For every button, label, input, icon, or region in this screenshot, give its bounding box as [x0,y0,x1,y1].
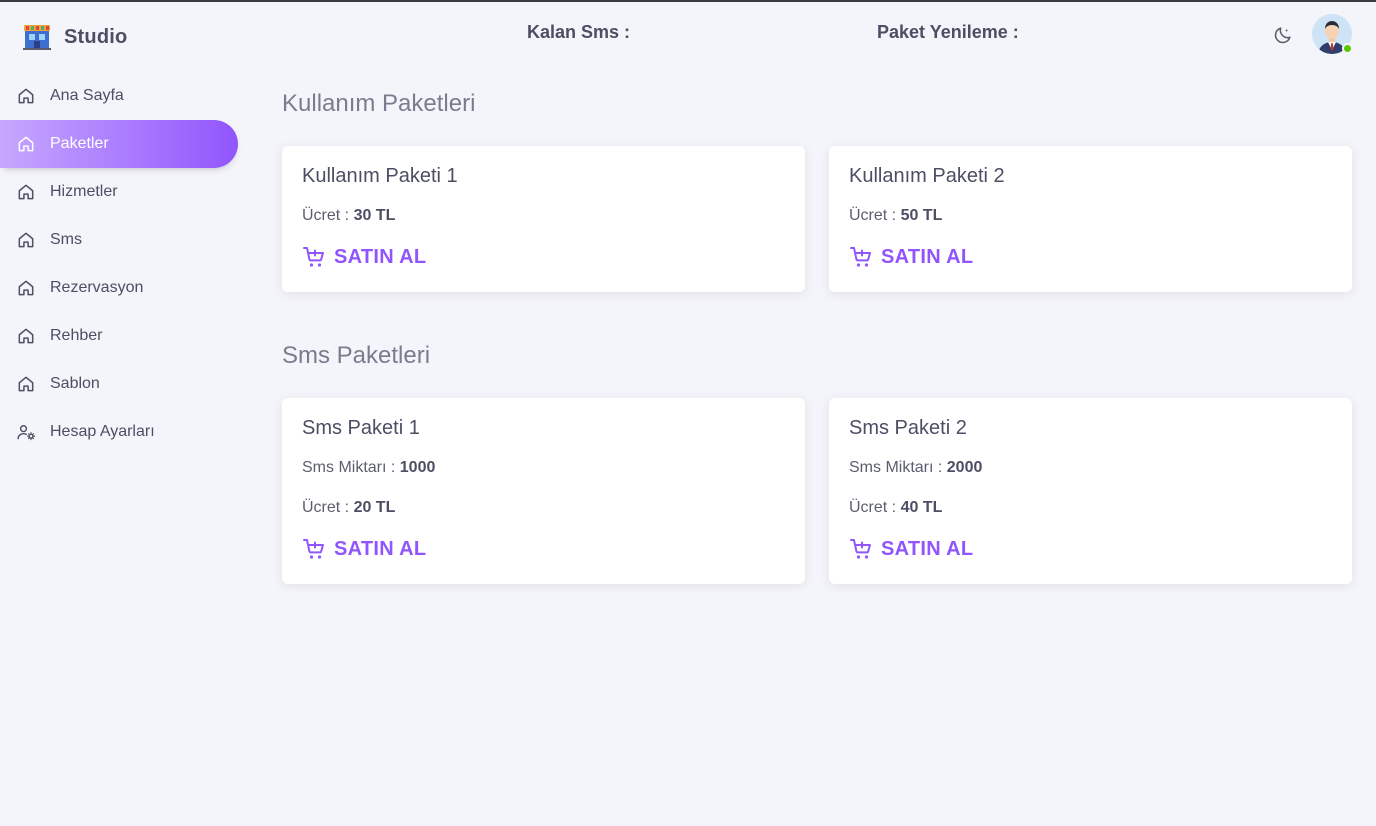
online-status-dot [1342,43,1353,54]
topbar: Kalan Sms : Paket Yenileme : [260,2,1376,68]
remaining-sms-label: Kalan Sms : [527,22,631,42]
price-label: Ücret : [302,207,354,224]
package-name: Sms Paketi 1 [302,417,420,439]
buy-label: SATIN AL [881,245,974,268]
price-label: Ücret : [849,499,901,516]
sidebar-item-ana-sayfa[interactable]: Ana Sayfa [0,72,238,120]
package-card: Sms Paketi 1 Sms Miktarı : 1000 Ücret : … [282,398,805,584]
buy-button[interactable]: SATIN AL [849,242,973,272]
cart-plus-icon [302,245,326,269]
sidebar-nav: Ana Sayfa Paketler Hizmetler Sms Rezerva… [0,72,260,456]
sidebar-item-rezervasyon[interactable]: Rezervasyon [0,264,238,312]
sidebar-item-label: Sablon [50,375,100,392]
home-icon [16,134,36,154]
home-icon [16,326,36,346]
sidebar-item-label: Rezervasyon [50,279,144,296]
home-icon [16,230,36,250]
package-card: Kullanım Paketi 1 Ücret : 30 TL SATIN AL [282,146,805,292]
package-card: Sms Paketi 2 Sms Miktarı : 2000 Ücret : … [829,398,1352,584]
brand[interactable]: Studio [0,2,260,72]
cart-plus-icon [849,245,873,269]
studio-logo-icon [22,22,52,52]
home-icon [16,182,36,202]
main-content: Kullanım Paketleri Kullanım Paketi 1 Ücr… [282,90,1352,584]
package-price-row: Ücret : 30 TL [302,204,785,228]
package-name: Kullanım Paketi 1 [302,165,458,187]
usage-packages-section: Kullanım Paketleri Kullanım Paketi 1 Ücr… [282,90,1352,292]
sms-packages-section: Sms Paketleri Sms Paketi 1 Sms Miktarı :… [282,342,1352,584]
user-avatar[interactable] [1312,14,1353,54]
sidebar-item-label: Sms [50,231,82,248]
usage-packages-list: Kullanım Paketi 1 Ücret : 30 TL SATIN AL… [282,146,1352,292]
sidebar-item-rehber[interactable]: Rehber [0,312,238,360]
sms-packages-list: Sms Paketi 1 Sms Miktarı : 1000 Ücret : … [282,398,1352,584]
sidebar-item-label: Hizmetler [50,183,118,200]
buy-button[interactable]: SATIN AL [302,242,426,272]
cart-plus-icon [849,537,873,561]
account-cog-icon [16,422,36,442]
sidebar-item-hesap-ayarlari[interactable]: Hesap Ayarları [0,408,238,456]
sidebar-item-label: Ana Sayfa [50,87,124,104]
sidebar: Studio Ana Sayfa Paketler Hizmetler Sms … [0,2,260,826]
sidebar-item-hizmetler[interactable]: Hizmetler [0,168,238,216]
price-value: 30 TL [353,207,396,224]
package-price-row: Ücret : 20 TL [302,496,785,520]
price-value: 20 TL [353,499,396,516]
sidebar-item-sms[interactable]: Sms [0,216,238,264]
sidebar-item-paketler[interactable]: Paketler [0,120,238,168]
buy-label: SATIN AL [881,537,974,560]
sms-amount-row: Sms Miktarı : 2000 [849,456,1332,480]
price-value: 40 TL [900,499,943,516]
sms-amount-row: Sms Miktarı : 1000 [302,456,785,480]
amount-label: Sms Miktarı : [302,459,400,476]
price-value: 50 TL [900,207,943,224]
package-price-row: Ücret : 40 TL [849,496,1332,520]
home-icon [16,374,36,394]
section-title: Sms Paketleri [282,342,431,369]
buy-button[interactable]: SATIN AL [302,534,426,564]
brand-name: Studio [64,25,128,48]
sidebar-item-sablon[interactable]: Sablon [0,360,238,408]
price-label: Ücret : [302,499,354,516]
section-title: Kullanım Paketleri [282,90,476,117]
sidebar-item-label: Paketler [50,135,109,152]
home-icon [16,278,36,298]
amount-value: 1000 [399,459,436,476]
cart-plus-icon [302,537,326,561]
sidebar-item-label: Rehber [50,327,103,344]
buy-label: SATIN AL [334,537,427,560]
package-renewal-label: Paket Yenileme : [877,22,1019,42]
package-card: Kullanım Paketi 2 Ücret : 50 TL SATIN AL [829,146,1352,292]
package-name: Sms Paketi 2 [849,417,967,439]
buy-label: SATIN AL [334,245,427,268]
package-price-row: Ücret : 50 TL [849,204,1332,228]
package-name: Kullanım Paketi 2 [849,165,1005,187]
amount-label: Sms Miktarı : [849,459,947,476]
buy-button[interactable]: SATIN AL [849,534,973,564]
moon-icon[interactable] [1270,22,1296,48]
sidebar-item-label: Hesap Ayarları [50,423,155,440]
amount-value: 2000 [946,459,983,476]
home-icon [16,86,36,106]
price-label: Ücret : [849,207,901,224]
